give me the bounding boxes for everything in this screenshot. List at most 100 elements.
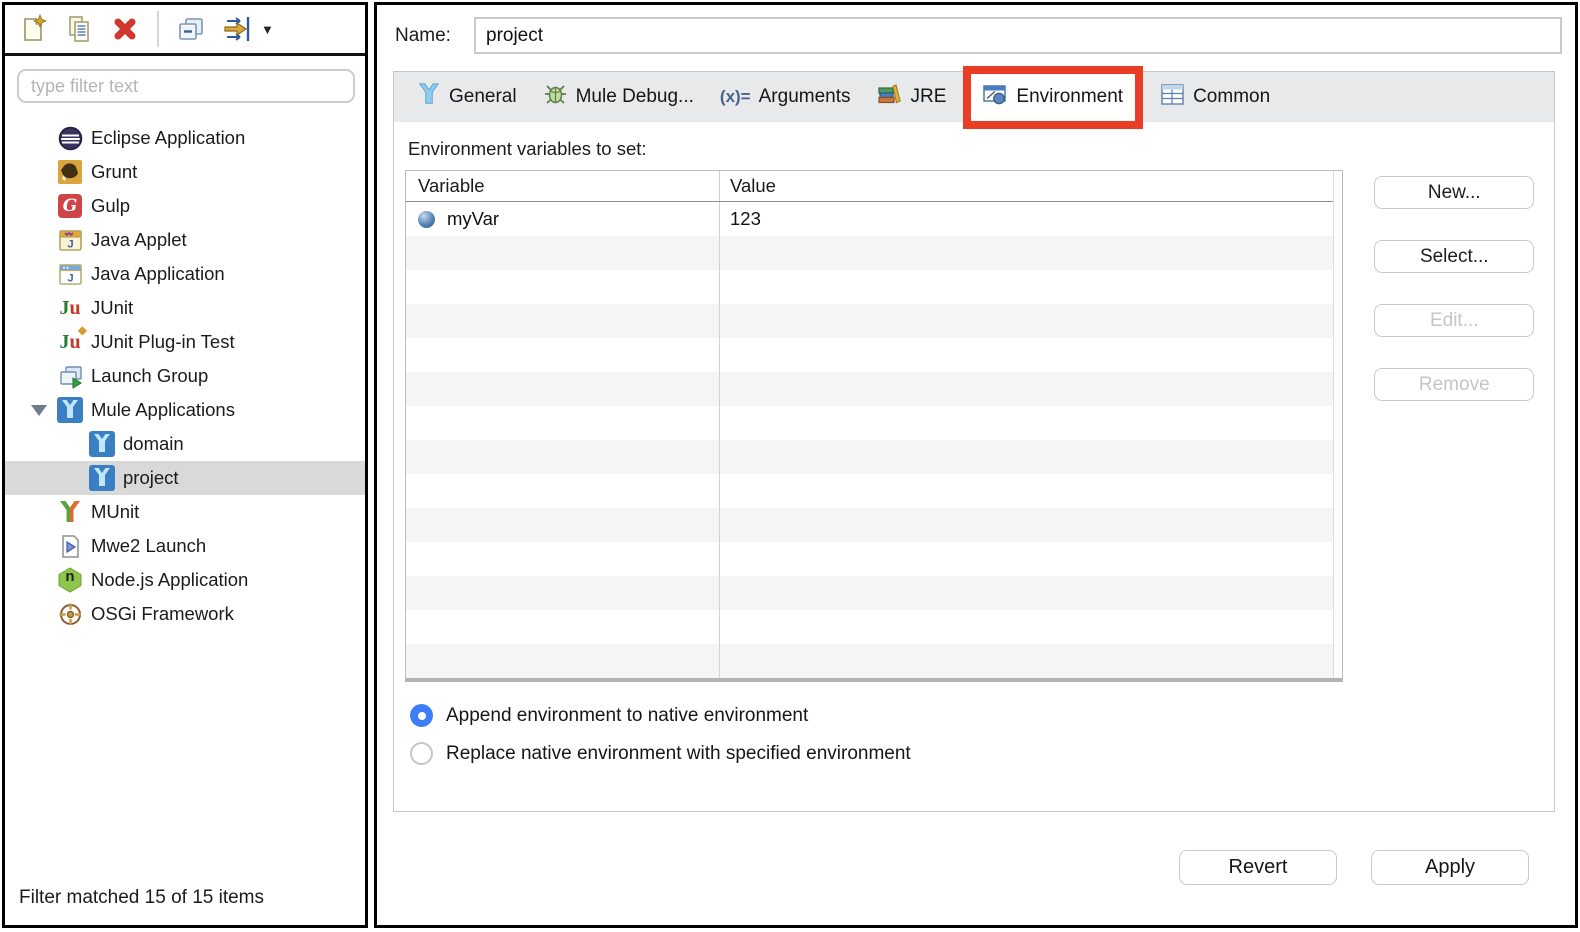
radio-selected-icon[interactable] [410,704,433,727]
radio-label: Replace native environment with specifie… [446,743,911,765]
tree-item-grunt[interactable]: Grunt [5,155,365,189]
tree-item-mwe2-launch[interactable]: Mwe2 Launch [5,529,365,563]
config-tabbar: General Mule Debug... (x)= Arguments [394,72,1554,122]
tab-arguments[interactable]: (x)= Arguments [720,86,851,108]
empty-table-row[interactable] [406,304,1342,338]
expand-twisty-icon[interactable] [31,405,47,416]
new-variable-button[interactable]: New... [1374,176,1534,209]
tree-item-junit-plugin-test[interactable]: Ju ◆ JUnit Plug-in Test [5,325,365,359]
mule-config-icon [89,465,115,491]
empty-table-row[interactable] [406,644,1342,678]
append-environment-option[interactable]: Append environment to native environment [410,704,1554,727]
tree-item-label: Launch Group [91,365,208,387]
environment-mode-radios: Append environment to native environment… [410,704,1554,765]
variable-value: 123 [720,202,1342,236]
nodejs-icon: n [57,567,83,593]
tree-item-java-applet[interactable]: J Java Applet [5,223,365,257]
env-variables-label: Environment variables to set: [408,138,1554,160]
name-label: Name: [395,25,451,47]
collapse-all-icon[interactable] [175,13,207,45]
tab-environment[interactable]: Environment [983,82,1123,113]
tree-item-munit[interactable]: MUnit [5,495,365,529]
tree-item-label: domain [123,433,184,455]
toolbar-separator [157,11,159,47]
select-variable-button[interactable]: Select... [1374,240,1534,273]
grunt-icon [57,159,83,185]
table-header: Variable Value [406,171,1342,202]
tree-item-gulp[interactable]: G Gulp [5,189,365,223]
tree-item-osgi-framework[interactable]: OSGi Framework [5,597,365,631]
column-header-value[interactable]: Value [720,171,1342,201]
tree-item-label: Java Application [91,263,225,285]
name-input[interactable] [474,17,1562,54]
eclipse-icon [57,125,83,151]
environment-tab-highlight-annotation: Environment [963,66,1143,129]
tab-mule-debug[interactable]: Mule Debug... [543,82,694,113]
tree-item-eclipse-application[interactable]: Eclipse Application [5,121,365,155]
empty-table-row[interactable] [406,508,1342,542]
duplicate-launch-config-icon[interactable] [63,13,95,45]
filter-dropdown-caret-icon[interactable]: ▼ [261,22,274,37]
filter-text-input[interactable] [17,69,355,103]
empty-table-row[interactable] [406,610,1342,644]
empty-table-row[interactable] [406,236,1342,270]
munit-icon [57,499,83,525]
empty-table-row[interactable] [406,372,1342,406]
empty-table-row[interactable] [406,440,1342,474]
empty-table-row[interactable] [406,474,1342,508]
osgi-framework-icon [57,601,83,627]
tab-label: General [449,86,517,108]
apply-button[interactable]: Apply [1371,850,1529,885]
empty-table-row[interactable] [406,338,1342,372]
tree-item-junit[interactable]: Ju JUnit [5,291,365,325]
empty-table-row[interactable] [406,576,1342,610]
environment-icon [983,82,1008,113]
table-body: myVar 123 [406,202,1342,678]
variable-icon [418,211,435,228]
tab-jre[interactable]: JRE [877,81,947,113]
tab-common[interactable]: Common [1160,82,1270,113]
java-application-icon: J [57,261,83,287]
edit-variable-button[interactable]: Edit... [1374,304,1534,337]
radio-unselected-icon[interactable] [410,742,433,765]
java-applet-icon: J [57,227,83,253]
tree-item-label: Gulp [91,195,130,217]
empty-table-row[interactable] [406,270,1342,304]
table-icon [1160,82,1185,113]
filter-launch-configs-icon[interactable] [221,13,253,45]
revert-button[interactable]: Revert [1179,850,1337,885]
delete-launch-config-icon[interactable] [109,13,141,45]
tab-label: Common [1193,86,1270,108]
svg-text:J: J [67,272,73,284]
env-variables-table: Variable Value myVar 123 [405,170,1343,682]
tree-item-label: JUnit [91,297,133,319]
column-header-variable[interactable]: Variable [406,171,720,201]
tree-item-domain[interactable]: domain [5,427,365,461]
radio-label: Append environment to native environment [446,705,808,727]
tree-item-nodejs-application[interactable]: n Node.js Application [5,563,365,597]
new-launch-config-icon[interactable] [17,13,49,45]
tree-item-label: Node.js Application [91,569,248,591]
tab-label: JRE [911,86,947,108]
mule-icon [417,82,441,112]
tab-label: Arguments [759,86,851,108]
tree-item-label: Eclipse Application [91,127,245,149]
table-row-myvar[interactable]: myVar 123 [406,202,1342,236]
tree-item-project[interactable]: project [5,461,365,495]
library-books-icon [877,81,903,113]
replace-environment-option[interactable]: Replace native environment with specifie… [410,742,1554,765]
tab-general[interactable]: General [417,82,517,112]
sidebar-toolbar: ▼ [5,5,365,56]
filter-status: Filter matched 15 of 15 items [19,887,264,909]
remove-variable-button[interactable]: Remove [1374,368,1534,401]
empty-table-row[interactable] [406,542,1342,576]
tree-item-mule-applications[interactable]: Mule Applications [5,393,365,427]
empty-table-row[interactable] [406,406,1342,440]
launch-config-detail-panel: Name: General [374,2,1578,928]
tree-item-java-application[interactable]: J Java Application [5,257,365,291]
junit-plugin-icon: Ju ◆ [57,329,83,355]
tree-item-launch-group[interactable]: Launch Group [5,359,365,393]
launch-configurations-dialog: ▼ Eclipse Application [0,0,1580,932]
table-scrollbar-track[interactable] [1333,171,1342,678]
launch-config-tree: Eclipse Application Grunt G G [5,121,365,631]
